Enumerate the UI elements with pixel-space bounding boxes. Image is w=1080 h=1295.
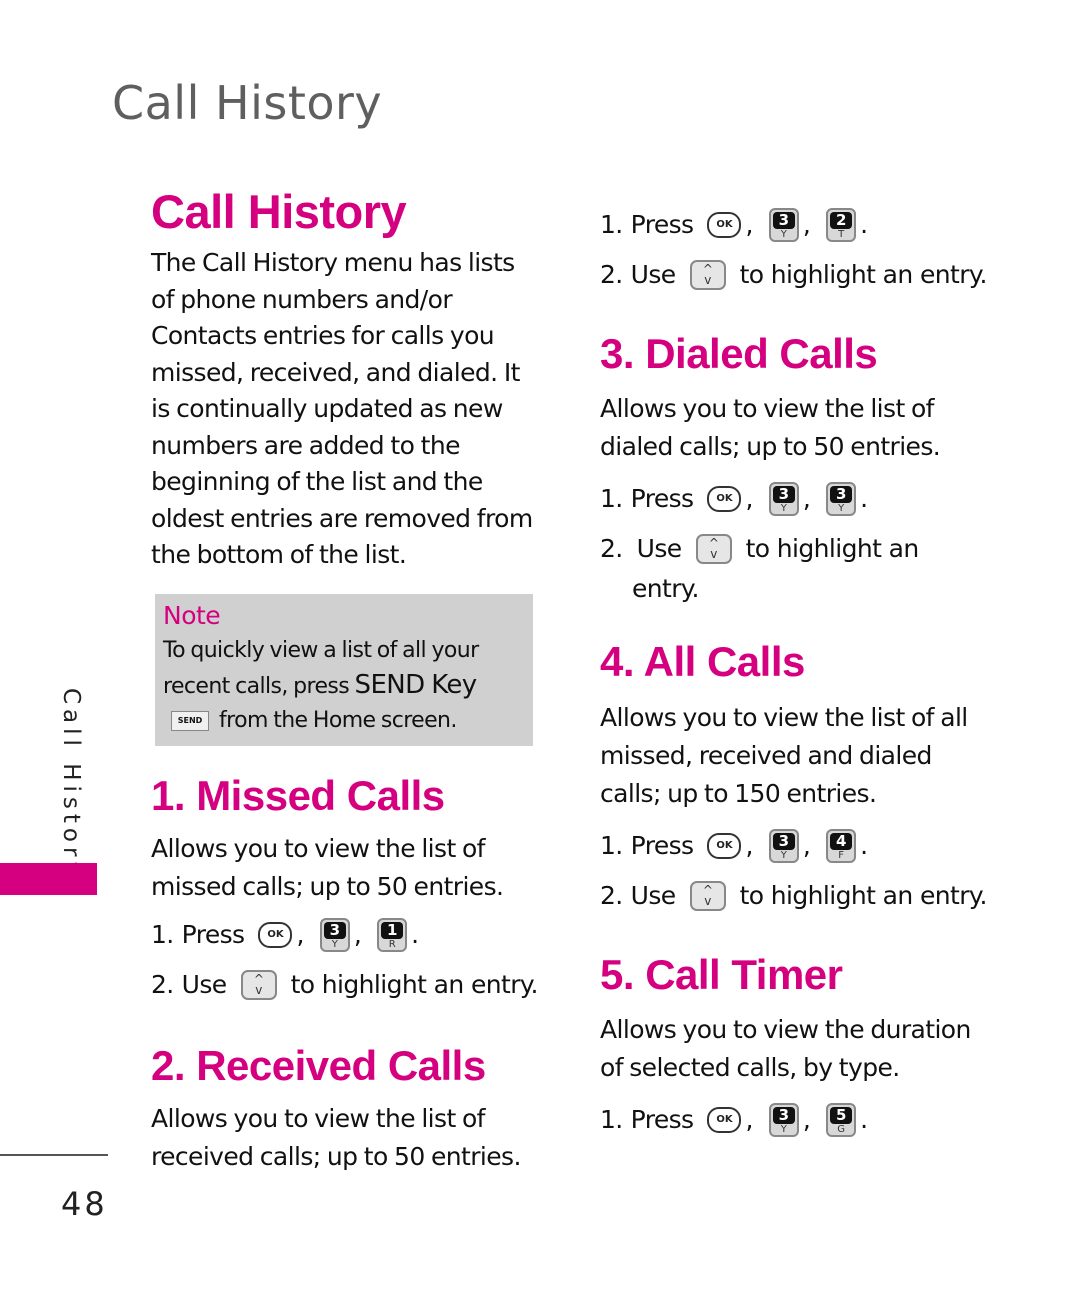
step-number: 1. xyxy=(151,919,174,949)
step-use: 2. Use ^ v to highlight an xyxy=(600,524,1000,574)
note-key-name: SEND Key xyxy=(354,669,478,700)
step-text: to highlight an entry. xyxy=(290,969,539,999)
step-text: entry. xyxy=(632,574,699,604)
key-3-icon: 3Y xyxy=(768,1102,799,1137)
nav-key-icon: ^ v xyxy=(695,534,732,565)
ok-key-icon: OK xyxy=(707,1106,742,1133)
step-text: to highlight an entry. xyxy=(739,880,988,910)
section-call-timer: 5. Call Timer Allows you to view the dur… xyxy=(600,951,1000,1145)
section-all-calls: 4. All Calls Allows you to view the list… xyxy=(600,638,1000,920)
section-title: 5. Call Timer xyxy=(600,950,843,998)
key-2-icon: 2T xyxy=(826,208,857,242)
section-received-calls: 2. Received Calls Allows you to view the… xyxy=(151,1042,546,1176)
step-press: 1. Press OK, 3Y, 2T. xyxy=(600,200,1000,250)
step-number: 1. xyxy=(600,210,623,239)
note-title: Note xyxy=(163,600,221,630)
step-press: 1. Press OK, 3Y, 5G. xyxy=(600,1095,1000,1145)
side-tab-marker xyxy=(0,863,97,895)
note-text-line2: from the Home screen. xyxy=(219,707,457,733)
step-text: Press xyxy=(630,1104,694,1134)
step-number: 2. xyxy=(151,969,174,999)
nav-key-icon: ^ v xyxy=(689,260,726,290)
section-missed-calls: 1. Missed Calls Allows you to view the l… xyxy=(151,772,546,1010)
key-3-icon: 3Y xyxy=(768,208,799,242)
step-number: 1. xyxy=(600,484,623,514)
section-description: Allows you to view the list of received … xyxy=(151,1104,521,1172)
step-number: 1. xyxy=(600,830,623,860)
nav-key-icon: ^ v xyxy=(689,880,726,911)
side-tab-label: Call History xyxy=(58,688,84,881)
ok-key-icon: OK xyxy=(258,921,293,948)
section-received-calls-steps: 1. Press OK, 3Y, 2T. 2. Use ^ v to highli… xyxy=(600,200,1000,300)
ok-key-icon: OK xyxy=(707,486,742,513)
key-3-icon: 3Y xyxy=(319,917,350,952)
step-text: Use xyxy=(181,969,228,999)
step-text: Use xyxy=(636,534,683,564)
step-number: 2. xyxy=(600,880,623,910)
step-number: 2. xyxy=(600,534,623,564)
ok-key-icon: OK xyxy=(707,212,742,238)
section-description: Allows you to view the list of dialed ca… xyxy=(600,394,941,462)
page-number: 48 xyxy=(61,1185,108,1223)
step-text: Use xyxy=(630,880,677,910)
step-press: 1. Press OK, 3Y, 4F. xyxy=(600,821,1000,871)
intro-title: Call History xyxy=(151,185,407,238)
step-text: to highlight an entry. xyxy=(739,260,988,289)
key-3-icon: 3Y xyxy=(768,482,799,517)
step-text: Use xyxy=(630,260,677,289)
step-press: 1. Press OK, 3Y, 1R. xyxy=(151,910,546,960)
step-number: 2. xyxy=(600,260,623,289)
page-header-title: Call History xyxy=(112,76,383,130)
step-press: 1. Press OK, 3Y, 3Y. xyxy=(600,474,1000,524)
step-use-wrap: entry. xyxy=(600,574,1000,604)
section-description: Allows you to view the list of all misse… xyxy=(600,702,968,808)
step-text: Press xyxy=(181,919,245,949)
step-use: 2. Use ^ v to highlight an entry. xyxy=(151,960,546,1010)
intro-text: The Call History menu has lists of phone… xyxy=(151,248,533,570)
footer-divider xyxy=(0,1154,108,1156)
section-dialed-calls: 3. Dialed Calls Allows you to view the l… xyxy=(600,330,1000,604)
step-text: Press xyxy=(630,484,694,514)
section-title: 3. Dialed Calls xyxy=(600,330,878,377)
left-column: Call History The Call History menu has l… xyxy=(151,185,546,1176)
key-3-icon: 3Y xyxy=(826,482,857,517)
send-key-icon: SEND xyxy=(171,710,209,731)
key-3-icon: 3Y xyxy=(768,828,799,863)
section-title: 4. All Calls xyxy=(600,638,805,686)
section-title: 1. Missed Calls xyxy=(151,771,445,819)
key-4-icon: 4F xyxy=(826,828,857,863)
step-use: 2. Use ^ v to highlight an entry. xyxy=(600,871,1000,921)
step-text: to highlight an xyxy=(745,534,920,564)
ok-key-icon: OK xyxy=(707,832,742,859)
section-title: 2. Received Calls xyxy=(151,1041,486,1089)
section-description: Allows you to view the duration of selec… xyxy=(600,1014,971,1082)
step-number: 1. xyxy=(600,1104,623,1134)
key-5-icon: 5G xyxy=(826,1102,857,1137)
note-text: To quickly view a list of all your recen… xyxy=(163,634,523,738)
key-1-icon: 1R xyxy=(377,917,408,952)
right-column: 1. Press OK, 3Y, 2T. 2. Use ^ v to highli… xyxy=(600,200,1000,1145)
note-box: Note To quickly view a list of all your … xyxy=(155,593,533,746)
section-description: Allows you to view the list of missed ca… xyxy=(151,833,504,901)
step-text: Press xyxy=(630,830,694,860)
nav-key-icon: ^ v xyxy=(240,969,277,1000)
step-text: Press xyxy=(630,210,694,239)
step-use: 2. Use ^ v to highlight an entry. xyxy=(600,250,1000,300)
